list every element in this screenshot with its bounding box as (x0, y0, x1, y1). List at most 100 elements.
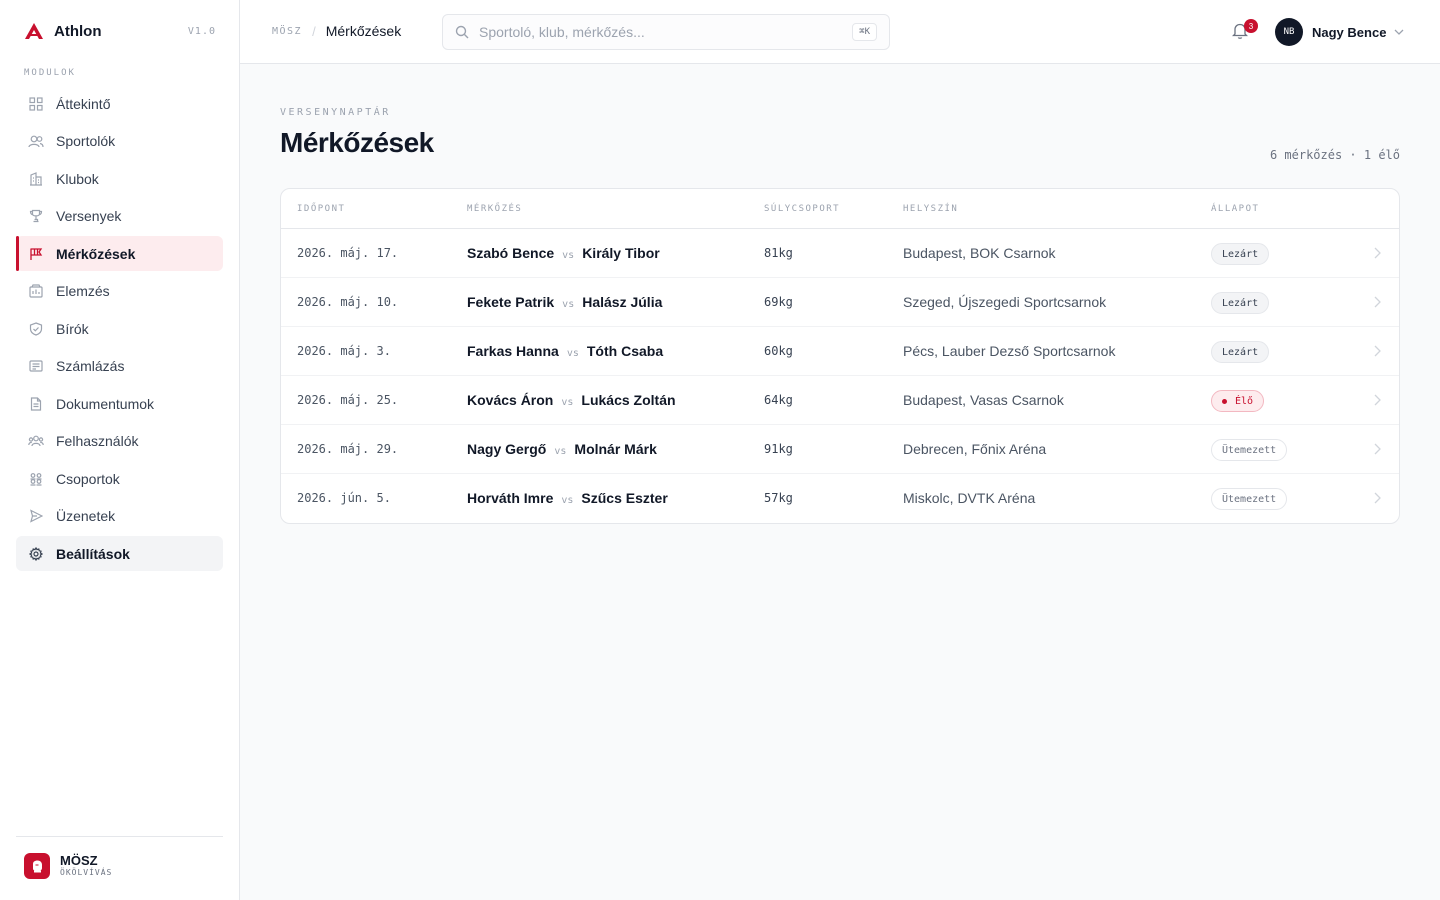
venue: Szeged, Újszegedi Sportcsarnok (903, 294, 1107, 310)
fighter-a: Nagy Gergő (467, 441, 547, 457)
status-badge: Élő (1211, 390, 1265, 412)
chevron-right-icon (1374, 344, 1381, 360)
fighter-b: Halász Júlia (582, 294, 663, 310)
sidebar-item-szamlazas[interactable]: Számlázás (16, 349, 223, 384)
page-summary: 6 mérkőzés · 1 élő (1269, 148, 1400, 162)
sidebar-item-sportolok[interactable]: Sportolók (16, 124, 223, 159)
table-row[interactable]: 2026. máj. 10. Fekete Patrik vs Halász Júl… (281, 278, 1399, 327)
status-badge: Lezárt (1211, 292, 1270, 314)
sidebar-item-label: Számlázás (56, 358, 125, 374)
sidebar-item-merkozesek[interactable]: Mérkőzések (16, 236, 223, 271)
notification-count-badge: 3 (1244, 19, 1258, 33)
breadcrumb-separator: / (312, 23, 316, 39)
venue: Pécs, Lauber Dezső Sportcsarnok (903, 343, 1116, 359)
sidebar-item-label: Beállítások (56, 545, 130, 562)
sidebar-item-elemzes[interactable]: Elemzés (16, 274, 223, 309)
vs-label: vs (561, 495, 574, 506)
column-header-weight[interactable]: SÚLYCSOPORT (764, 204, 840, 214)
chevron-down-icon (1394, 29, 1404, 35)
trophy-icon (28, 208, 44, 224)
brand[interactable]: Athlon V1.0 (24, 18, 216, 44)
breadcrumb-root[interactable]: MÖSZ (272, 26, 302, 37)
status-badge: Lezárt (1211, 341, 1270, 363)
brand-version: V1.0 (187, 25, 216, 37)
search-shortcut-hint: ⌘K (852, 23, 877, 41)
shield-icon (28, 321, 44, 337)
match-date: 2026. jún. 5. (297, 491, 391, 505)
flag-icon (28, 246, 44, 262)
sidebar-item-dokumentumok[interactable]: Dokumentumok (16, 386, 223, 421)
sidebar-item-klubok[interactable]: Klubok (16, 161, 223, 196)
weight-class: 69kg (764, 295, 793, 309)
venue: Budapest, Vasas Csarnok (903, 392, 1064, 408)
chevron-right-icon (1374, 491, 1381, 507)
status-badge-label: Lezárt (1211, 341, 1270, 363)
org-name: MÖSZ (60, 853, 98, 868)
sidebar-item-uzenetek[interactable]: Üzenetek (16, 499, 223, 534)
org-subtitle: ÖKÖLVÍVÁS (60, 868, 113, 877)
match-date: 2026. máj. 10. (297, 295, 399, 309)
notifications-button[interactable]: 3 (1231, 19, 1258, 42)
table-row[interactable]: 2026. máj. 29. Nagy Gergő vs Molnár Márk 9… (281, 425, 1399, 474)
sidebar-item-label: Áttekintő (56, 95, 111, 112)
chevron-right-icon (1374, 393, 1381, 409)
table-row[interactable]: 2026. jún. 5. Horváth Imre vs Szűcs Eszter… (281, 474, 1399, 523)
venue: Debrecen, Főnix Aréna (903, 441, 1047, 457)
sidebar-item-label: Mérkőzések (56, 245, 136, 262)
breadcrumb: MÖSZ / Mérkőzések (272, 23, 401, 39)
grid-icon (28, 96, 44, 112)
column-header-date[interactable]: IDŐPONT (297, 204, 345, 214)
fighter-a: Szabó Bence (467, 245, 555, 261)
avatar: NB (1275, 18, 1303, 46)
search-input[interactable] (479, 24, 839, 40)
users-icon (28, 133, 44, 149)
fighter-a: Fekete Patrik (467, 294, 555, 310)
user-menu[interactable]: NB Nagy Bence (1275, 18, 1404, 46)
sidebar-item-label: Bírók (56, 320, 89, 337)
sidebar-item-csoportok[interactable]: Csoportok (16, 461, 223, 496)
sidebar-item-label: Üzenetek (56, 508, 116, 524)
matches-table: IDŐPONT MÉRKŐZÉS SÚLYCSOPORT HELYSZÍN ÁL… (280, 188, 1400, 524)
column-header-match[interactable]: MÉRKŐZÉS (467, 204, 522, 214)
sidebar-item-versenyek[interactable]: Versenyek (16, 199, 223, 234)
sidebar-item-birok[interactable]: Bírók (16, 311, 223, 346)
fighter-b: Tóth Csaba (586, 343, 664, 359)
match-fighters: Farkas Hanna vs Tóth Csaba (467, 343, 663, 359)
sidebar-item-attekinto[interactable]: Áttekintő (16, 86, 223, 121)
brand-name: Athlon (54, 22, 102, 40)
chevron-right-icon (1374, 295, 1381, 311)
match-fighters: Fekete Patrik vs Halász Júlia (467, 294, 662, 310)
sidebar-item-label: Felhasználók (56, 433, 139, 449)
column-header-venue[interactable]: HELYSZÍN (903, 204, 958, 214)
building-icon (28, 171, 44, 187)
status-badge-label: Lezárt (1211, 292, 1270, 314)
sidebar-item-label: Klubok (56, 170, 99, 187)
match-fighters: Kovács Áron vs Lukács Zoltán (467, 392, 676, 408)
search-icon (455, 25, 469, 39)
table-row[interactable]: 2026. máj. 3. Farkas Hanna vs Tóth Csaba 6… (281, 327, 1399, 376)
sidebar-item-label: Dokumentumok (56, 395, 155, 412)
gear-icon (28, 546, 44, 562)
match-date: 2026. máj. 17. (297, 246, 399, 260)
table-row[interactable]: 2026. máj. 17. Szabó Bence vs Király Tibor… (281, 229, 1399, 278)
chevron-right-icon (1374, 442, 1381, 458)
topbar: MÖSZ / Mérkőzések ⌘K 3 NB Nagy Bence (240, 0, 1440, 64)
organization-switcher[interactable]: MÖSZ ÖKÖLVÍVÁS (16, 836, 223, 879)
venue: Miskolc, DVTK Aréna (903, 490, 1036, 506)
page-title: Mérkőzések (280, 127, 434, 158)
sidebar-item-label: Versenyek (56, 208, 122, 224)
sidebar-item-felhasznalok[interactable]: Felhasználók (16, 424, 223, 459)
fighter-b: Molnár Márk (574, 441, 657, 457)
status-badge-label: Élő (1235, 395, 1254, 407)
table-header: IDŐPONT MÉRKŐZÉS SÚLYCSOPORT HELYSZÍN ÁL… (281, 189, 1399, 229)
page-eyebrow: VERSENYNAPTÁR (280, 107, 391, 118)
send-icon (28, 508, 44, 524)
column-header-status[interactable]: ÁLLAPOT (1211, 204, 1259, 214)
table-row[interactable]: 2026. máj. 25. Kovács Áron vs Lukács Zoltá… (281, 376, 1399, 425)
status-badge-label: Ütemezett (1211, 488, 1288, 510)
user-name: Nagy Bence (1312, 24, 1387, 40)
vs-label: vs (561, 397, 574, 408)
fighter-b: Lukács Zoltán (581, 392, 676, 408)
search-box[interactable]: ⌘K (442, 14, 890, 50)
sidebar-item-beallitasok[interactable]: Beállítások (16, 536, 223, 571)
